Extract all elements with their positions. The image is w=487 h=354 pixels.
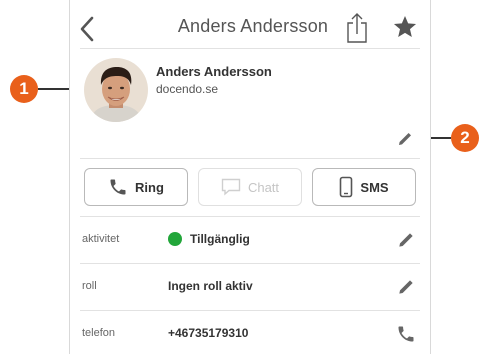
pencil-icon[interactable] xyxy=(396,230,416,250)
contact-company: docendo.se xyxy=(156,82,219,96)
phone-number: +46735179310 xyxy=(168,326,249,340)
activity-row[interactable]: aktivitet Tillgänglig xyxy=(70,217,430,263)
share-icon[interactable] xyxy=(344,12,370,44)
profile-divider xyxy=(80,158,420,159)
callout-1: 1 xyxy=(10,75,38,103)
phone-icon xyxy=(108,177,128,197)
callout-2-number: 2 xyxy=(460,128,470,147)
contact-name: Anders Andersson xyxy=(156,64,272,79)
pencil-icon[interactable] xyxy=(396,277,416,297)
star-icon[interactable] xyxy=(392,14,418,40)
callout-2: 2 xyxy=(451,124,479,152)
contact-card: Anders Andersson Anders Andersson docend… xyxy=(69,0,431,354)
phone-label: telefon xyxy=(82,327,116,339)
pencil-icon[interactable] xyxy=(396,130,414,148)
avatar xyxy=(84,58,148,122)
phone-icon[interactable] xyxy=(396,324,416,344)
role-value: Ingen roll aktiv xyxy=(168,279,253,293)
status-dot xyxy=(168,232,182,246)
sms-button-label: SMS xyxy=(360,179,389,195)
sms-button[interactable]: SMS xyxy=(312,168,416,206)
callout-1-number: 1 xyxy=(19,79,29,98)
ring-button-label: Ring xyxy=(135,179,164,195)
mobile-phone-icon xyxy=(339,176,353,198)
header-divider xyxy=(80,48,420,49)
phone-row[interactable]: telefon +46735179310 xyxy=(70,311,430,354)
activity-status: Tillgänglig xyxy=(190,232,250,246)
chat-button[interactable]: Chatt xyxy=(198,168,302,206)
activity-label: aktivitet xyxy=(82,233,120,245)
chat-button-label: Chatt xyxy=(247,179,280,195)
page-title: Anders Andersson xyxy=(177,16,329,36)
ring-button[interactable]: Ring xyxy=(84,168,188,206)
activity-value: Tillgänglig xyxy=(168,232,250,246)
role-row[interactable]: roll Ingen roll aktiv xyxy=(70,264,430,310)
chat-bubble-icon xyxy=(221,178,241,196)
role-label: roll xyxy=(82,280,97,292)
